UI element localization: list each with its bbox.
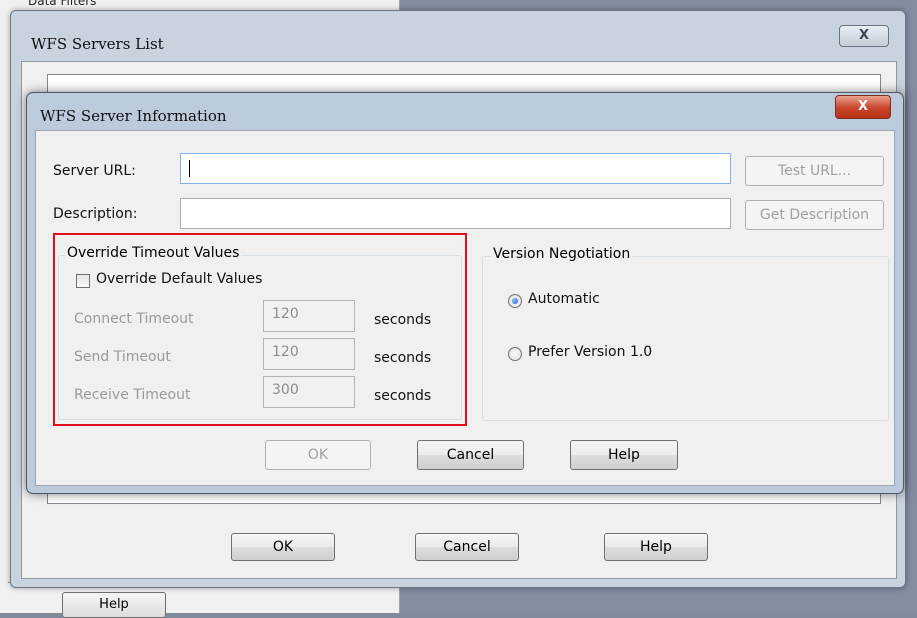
dialog-title: WFS Server Information (40, 107, 227, 125)
server-url-input[interactable] (180, 153, 731, 184)
text-caret (189, 160, 190, 177)
server-url-label: Server URL: (53, 163, 136, 179)
help-button[interactable]: Help (604, 533, 708, 561)
automatic-radio[interactable] (508, 294, 522, 308)
highlight-annotation-box (53, 233, 467, 426)
automatic-radio-label[interactable]: Automatic (528, 291, 600, 307)
get-description-button[interactable]: Get Description (745, 200, 884, 230)
version-negotiation-legend: Version Negotiation (491, 246, 633, 262)
test-url-button[interactable]: Test URL... (745, 156, 884, 186)
ok-button[interactable]: OK (231, 533, 335, 561)
cancel-button[interactable]: Cancel (415, 533, 519, 561)
dialog-cancel-button[interactable]: Cancel (417, 440, 524, 470)
close-icon[interactable]: X (835, 95, 891, 119)
background-help-button[interactable]: Help (62, 592, 166, 618)
description-label: Description: (53, 206, 138, 222)
prefer-version-radio-label[interactable]: Prefer Version 1.0 (528, 344, 652, 360)
dialog-ok-button[interactable]: OK (265, 440, 371, 470)
background-title-fragment: Data Filters (28, 0, 97, 8)
close-icon[interactable]: X (839, 25, 889, 47)
version-negotiation-group (482, 256, 889, 421)
prefer-version-radio[interactable] (508, 347, 522, 361)
dialog-help-button[interactable]: Help (570, 440, 678, 470)
window-title: WFS Servers List (31, 35, 164, 53)
description-input[interactable] (180, 198, 731, 229)
